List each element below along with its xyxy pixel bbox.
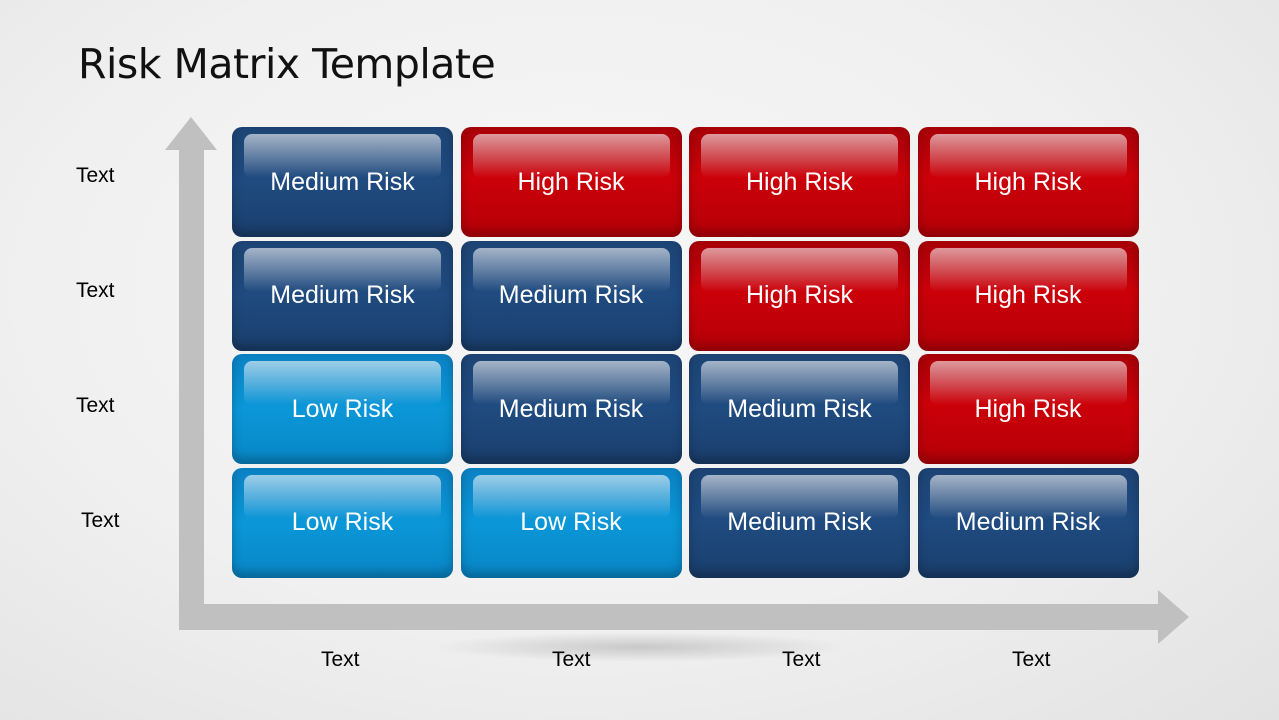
cell-r2-c3[interactable]: High Risk	[689, 240, 910, 351]
cell-label: High Risk	[974, 394, 1082, 423]
cell-r4-c3[interactable]: Medium Risk	[689, 467, 910, 578]
cell-label: Medium Risk	[955, 508, 1101, 536]
y-axis-label-4: Text	[81, 509, 120, 532]
cell-r3-c2[interactable]: Medium Risk	[460, 354, 682, 464]
cell-label: Medium Risk	[498, 281, 644, 309]
cell-r1-c3[interactable]: High Risk	[689, 127, 910, 237]
cell-r4-c4[interactable]: Medium Risk	[917, 467, 1139, 578]
risk-matrix-grid: Medium Risk High Risk High Risk High Ris…	[232, 127, 1139, 578]
y-axis-label-3: Text	[76, 394, 115, 417]
cell-r2-c2[interactable]: Medium Risk	[460, 240, 682, 351]
cell-label: Medium Risk	[498, 394, 644, 423]
x-axis-label-2: Text	[552, 648, 591, 671]
cell-label: High Risk	[746, 281, 853, 309]
cell-label: Low Risk	[520, 508, 622, 536]
cell-label: High Risk	[974, 167, 1082, 196]
x-axis-label-3: Text	[782, 648, 821, 671]
cell-r1-c1[interactable]: Medium Risk	[232, 127, 453, 237]
cell-label: Medium Risk	[727, 394, 872, 423]
x-axis-label-1: Text	[321, 648, 360, 671]
x-axis-label-4: Text	[1012, 648, 1051, 671]
cell-label: Medium Risk	[270, 281, 415, 309]
cell-r3-c3[interactable]: Medium Risk	[689, 354, 910, 464]
cell-label: High Risk	[517, 167, 625, 196]
cell-r3-c4[interactable]: High Risk	[917, 354, 1139, 464]
cell-r1-c4[interactable]: High Risk	[917, 127, 1139, 237]
cell-label: High Risk	[974, 281, 1082, 309]
cell-label: Medium Risk	[270, 167, 415, 196]
cell-label: High Risk	[746, 167, 853, 196]
y-axis-label-2: Text	[76, 279, 115, 302]
cell-label: Low Risk	[291, 508, 394, 536]
cell-r1-c2[interactable]: High Risk	[460, 127, 682, 237]
cell-label: Low Risk	[291, 394, 394, 423]
cell-r2-c4[interactable]: High Risk	[917, 240, 1139, 351]
y-axis-arrow	[165, 117, 217, 604]
cell-r2-c1[interactable]: Medium Risk	[232, 240, 453, 351]
cell-label: Medium Risk	[727, 508, 872, 536]
cell-r4-c1[interactable]: Low Risk	[232, 467, 453, 578]
cell-r3-c1[interactable]: Low Risk	[232, 354, 453, 464]
cell-r4-c2[interactable]: Low Risk	[460, 467, 682, 578]
y-axis-label-1: Text	[76, 164, 115, 187]
